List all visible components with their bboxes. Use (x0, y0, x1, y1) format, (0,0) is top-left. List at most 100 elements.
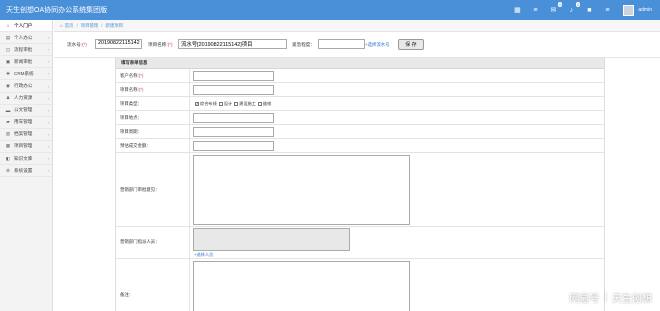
sidebar-item[interactable]: ⚙ 系统设置 ‹ (0, 165, 52, 178)
type-option-label: 综合布线 (200, 101, 217, 106)
project-input[interactable] (193, 85, 274, 95)
list-icon[interactable]: ≡ (529, 4, 541, 16)
type-checkbox-group: ✓ 综合布线 设计 建设施工 维修 (193, 101, 271, 107)
assign-textarea[interactable] (193, 228, 350, 251)
location-row: 项目地点： (116, 111, 604, 125)
client-row: 客户名称:(*) (116, 69, 604, 83)
grid-icon[interactable]: ▦ (511, 4, 523, 16)
remark-row: 备注： (116, 259, 604, 311)
sidebar-icon: ◉ (5, 83, 10, 89)
watermark: 网易号 | 天生创想 (569, 290, 652, 305)
sidebar-item[interactable]: ▤ 个人办公 ‹ (0, 32, 52, 45)
watermark-right: 天生创想 (612, 294, 652, 305)
sidebar-item[interactable]: ▦ 项目管理 ‹ (0, 141, 52, 154)
opinion-row: 营销部门审批意见： (116, 153, 604, 227)
serial-label: 流水号:(*) (67, 42, 87, 47)
opinion-label: 营销部门审批意见： (120, 187, 160, 192)
type-option-label: 维修 (262, 101, 272, 106)
sidebar-item[interactable]: ◉ 行政办公 ‹ (0, 80, 52, 93)
chevron-left-icon: ‹ (47, 83, 49, 89)
chevron-left-icon: ‹ (47, 95, 49, 101)
sidebar-icon: ◫ (5, 46, 11, 52)
location-input[interactable] (193, 113, 274, 123)
assign-label: 营销部门指派人员： (120, 239, 160, 244)
type-checkbox[interactable] (218, 102, 223, 106)
sidebar-icon: ◧ (5, 155, 11, 161)
chevron-left-icon: ‹ (47, 107, 49, 113)
remark-textarea[interactable] (193, 261, 410, 311)
bell-icon[interactable]: ♪ 0 (565, 2, 581, 16)
client-input[interactable] (193, 71, 274, 81)
save-button[interactable]: 保 存 (398, 39, 424, 50)
type-checkbox[interactable]: ✓ (195, 102, 199, 106)
sidebar-item[interactable]: ▥ 档案管理 ‹ (0, 129, 52, 141)
sidebar-item[interactable]: ✚ CRM系统 ‹ (0, 68, 52, 81)
project-row: 项目名称:(*) (116, 83, 604, 97)
chat-icon[interactable]: ✉ 0 (547, 2, 563, 16)
amount-label: 预估成交金额： (120, 143, 151, 148)
chevron-left-icon: ‹ (47, 156, 49, 162)
chevron-left-icon: ‹ (47, 35, 49, 41)
chevron-left-icon: ‹ (47, 59, 49, 65)
sidebar-item[interactable]: ▬ 公文管理 ‹ (0, 105, 52, 117)
sidebar-item[interactable]: ♟ 人力资源 ‹ (0, 93, 52, 105)
breadcrumb-new-project[interactable]: 新建项目 (106, 23, 124, 29)
project-name-input[interactable]: 流水号[20190822115142]项目 (178, 39, 287, 49)
type-option-label: 建设施工 (239, 101, 256, 106)
sidebar-item[interactable]: ⌂ 个人门户 (0, 20, 52, 33)
amount-row: 预估成交金额： (116, 139, 604, 153)
sidebar-item[interactable]: ◫ 流程审批 ‹ (0, 44, 52, 57)
opinion-textarea[interactable] (193, 155, 410, 225)
notification-badge: 0 (558, 2, 563, 7)
choose-serial-link[interactable]: +选择流水号 (365, 42, 390, 48)
sidebar-item-label: 知识文库 (14, 155, 33, 161)
breadcrumb: ⌂ 首页 / 项目管理 / 新建项目 (54, 20, 660, 32)
sidebar-icon: ▬ (5, 107, 11, 113)
sidebar-icon: ⌂ (6, 23, 10, 29)
sidebar-icon: ✚ (6, 70, 10, 76)
type-label: 项目类型： (120, 101, 142, 106)
sidebar-icon: ♟ (5, 95, 11, 101)
top-icons: ▦ ≡ ✉ 0 ♪ 0 ■ ≡ admin (505, 2, 652, 18)
assign-row: 营销部门指派人员： +选择人员 (116, 227, 604, 259)
sidebar-item[interactable]: ▰ 用车管理 ‹ (0, 117, 52, 129)
amount-input[interactable] (193, 141, 274, 151)
breadcrumb-home[interactable]: 首页 (65, 23, 74, 29)
cycle-input[interactable] (193, 127, 274, 137)
urgency-label: 紧急程度： (292, 42, 315, 47)
sidebar-item-label: 系统设置 (14, 167, 33, 173)
serial-input[interactable]: 20190822115142 (95, 39, 142, 49)
type-checkbox[interactable] (257, 102, 262, 106)
select-person-link[interactable]: +选择人员 (194, 252, 213, 258)
menu-icon[interactable]: ≡ (601, 4, 613, 16)
sidebar-item-label: 新闻审批 (14, 58, 33, 64)
sidebar-item[interactable]: ▣ 新闻审批 ‹ (0, 56, 52, 69)
sidebar-item-label: 项目管理 (14, 143, 33, 149)
sidebar-item-label: 个人门户 (14, 22, 33, 28)
sidebar-item-label: 公文管理 (14, 107, 33, 113)
remark-label: 备注： (120, 292, 134, 297)
breadcrumb-separator: / (101, 23, 103, 28)
username[interactable]: admin (638, 7, 652, 13)
type-checkbox[interactable] (234, 102, 239, 106)
sidebar-item-label: CRM系统 (14, 70, 34, 76)
chevron-left-icon: ‹ (47, 168, 49, 174)
chevron-left-icon: ‹ (47, 119, 49, 125)
urgency-input[interactable] (318, 39, 365, 49)
sidebar-item-label: 人力资源 (14, 95, 33, 101)
top-bar: 天生创想OA协同办公系统集团版 ▦ ≡ ✉ 0 ♪ 0 ■ ≡ admin (0, 0, 660, 20)
sidebar-icon: ⚙ (5, 167, 11, 173)
sidebar-item[interactable]: ◧ 知识文库 ‹ (0, 153, 52, 166)
header-row: 流水号:(*) 20190822115142 项目名称:(*) 流水号[2019… (54, 32, 660, 58)
app-title: 天生创想OA协同办公系统集团版 (6, 7, 108, 14)
avatar[interactable] (623, 4, 635, 16)
chevron-left-icon: ‹ (47, 71, 49, 77)
form-table: 填写表单信息 客户名称:(*) 项目名称:(*) 项目类型： ✓ 综合布线 设计 建设… (115, 58, 605, 311)
type-option-label: 设计 (223, 101, 233, 106)
watermark-left: 网易号 (569, 294, 600, 305)
message-icon[interactable]: ■ (583, 4, 595, 16)
project-label: 项目名称:(*) (120, 87, 144, 92)
breadcrumb-project-mgmt[interactable]: 项目管理 (81, 23, 99, 29)
watermark-separator: | (604, 292, 607, 303)
cycle-label: 项目周期： (120, 129, 142, 134)
